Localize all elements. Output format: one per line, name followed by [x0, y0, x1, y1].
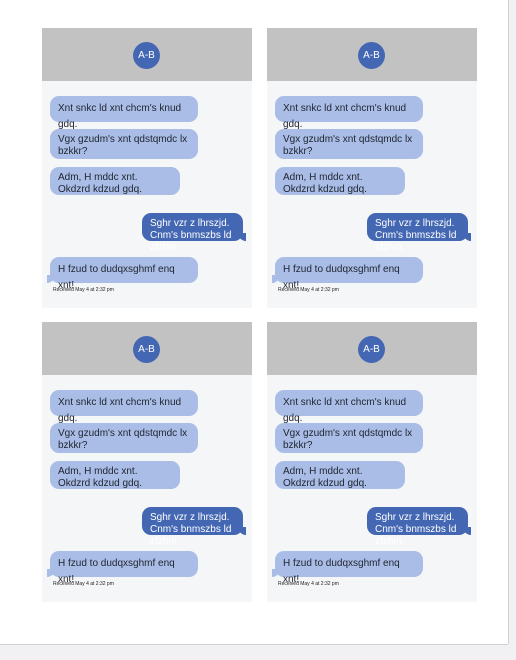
message-card: A-B Xnt snkc ld xnt chcm's knud gdq. Vgx…	[42, 322, 252, 602]
incoming-message: Vgx gzudm's xnt qdstqmdc lx bzkkr?	[275, 129, 423, 159]
incoming-message: H fzud to dudqxsghmf enq xnt!	[272, 551, 423, 585]
conversation-header: A-B	[267, 322, 477, 375]
message-card: A-B Xnt snkc ld xnt chcm's knud gdq. Vgx…	[267, 322, 477, 602]
conversation-header: A-B	[42, 322, 252, 375]
incoming-message: Adm, H mddc xnt. Okdzrd kdzud gdq.	[50, 461, 180, 489]
document-page: A-B Xnt snkc ld xnt chcm's knud gdq. Vgx…	[0, 0, 508, 644]
incoming-message: Xnt snkc ld xnt chcm's knud gdq.	[50, 390, 198, 424]
outgoing-message: Sghr vzr z lhrszjd. Cnm's bnmszbs ld zfz…	[367, 507, 471, 547]
incoming-message: Xnt snkc ld xnt chcm's knud gdq.	[275, 96, 423, 130]
received-timestamp: Received May 4 at 2:32 pm	[53, 287, 114, 293]
avatar: A-B	[358, 336, 385, 363]
outgoing-message: Sghr vzr z lhrszjd. Cnm's bnmszbs ld zfz…	[367, 213, 471, 253]
incoming-message: Adm, H mddc xnt. Okdzrd kdzud gdq.	[50, 167, 180, 195]
incoming-message: Vgx gzudm's xnt qdstqmdc lx bzkkr?	[50, 423, 198, 453]
incoming-message: H fzud to dudqxsghmf enq xnt!	[47, 257, 198, 291]
message-card: A-B Xnt snkc ld xnt chcm's knud gdq. Vgx…	[42, 28, 252, 308]
avatar: A-B	[133, 42, 160, 69]
conversation-header: A-B	[267, 28, 477, 81]
incoming-message: Adm, H mddc xnt. Okdzrd kdzud gdq.	[275, 167, 405, 195]
conversation-header: A-B	[42, 28, 252, 81]
outgoing-message: Sghr vzr z lhrszjd. Cnm's bnmszbs ld zfz…	[142, 213, 246, 253]
incoming-message: Xnt snkc ld xnt chcm's knud gdq.	[50, 96, 198, 130]
received-timestamp: Received May 4 at 2:32 pm	[278, 581, 339, 587]
message-card: A-B Xnt snkc ld xnt chcm's knud gdq. Vgx…	[267, 28, 477, 308]
avatar: A-B	[133, 336, 160, 363]
received-timestamp: Received May 4 at 2:32 pm	[53, 581, 114, 587]
incoming-message: Xnt snkc ld xnt chcm's knud gdq.	[275, 390, 423, 424]
incoming-message: Vgx gzudm's xnt qdstqmdc lx bzkkr?	[50, 129, 198, 159]
incoming-message: H fzud to dudqxsghmf enq xnt!	[47, 551, 198, 585]
received-timestamp: Received May 4 at 2:32 pm	[278, 287, 339, 293]
incoming-message: H fzud to dudqxsghmf enq xnt!	[272, 257, 423, 291]
incoming-message: Vgx gzudm's xnt qdstqmdc lx bzkkr?	[275, 423, 423, 453]
incoming-message: Adm, H mddc xnt. Okdzrd kdzud gdq.	[275, 461, 405, 489]
avatar: A-B	[358, 42, 385, 69]
outgoing-message: Sghr vzr z lhrszjd. Cnm's bnmszbs ld zfz…	[142, 507, 246, 547]
